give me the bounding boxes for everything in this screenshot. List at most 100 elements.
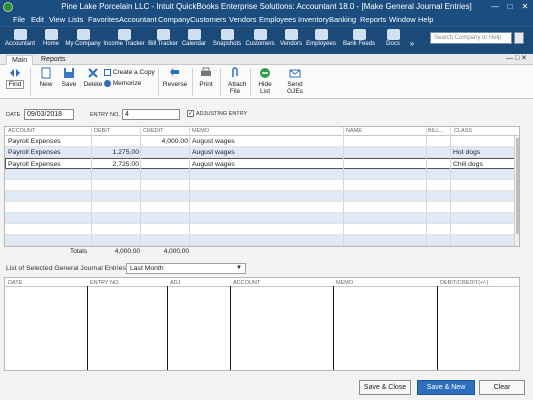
menu-view[interactable]: View [49,15,65,24]
home-icon [44,29,58,40]
docs-icon [386,29,400,40]
income-tracker-icon [117,29,131,40]
tab-main[interactable]: Main [6,55,34,65]
title-bar: Pine Lake Porcelain LLC - Intuit QuickBo… [0,0,533,14]
grid-scrollbar[interactable] [514,136,519,246]
search-input[interactable]: Search Company or Help [430,32,512,44]
menu-accountant[interactable]: Accountant [119,15,157,24]
tab-reports[interactable]: Reports [36,55,71,65]
table-row-empty[interactable] [5,235,517,246]
adjusting-entry-label: ADJUSTING ENTRY [196,111,248,117]
clear-button[interactable]: Clear [479,380,525,395]
new-icon [41,67,51,79]
chevron-down-icon: ▼ [236,265,242,271]
save-button[interactable]: Save [58,67,80,88]
menu-company[interactable]: Company [158,15,190,24]
menu-vendors[interactable]: Vendors [229,15,257,24]
memorize-button[interactable]: Memorize [104,80,156,87]
snapshots-icon [220,29,234,40]
search-icon[interactable] [514,32,524,44]
menu-reports[interactable]: Reports [360,15,386,24]
toolbar-separator [30,68,31,96]
menu-inventory[interactable]: Inventory [298,15,329,24]
list-column-divider [87,286,88,370]
iconbar-bill-tracker[interactable]: Bill Tracker [147,28,179,54]
iconbar-income-tracker[interactable]: Income Tracker [103,28,145,54]
ribbon-tabs: Main Reports — □ ✕ [0,54,533,65]
list-label: List of Selected General Journal Entries… [6,265,128,272]
iconbar-snapshots[interactable]: Snapshots [212,28,242,54]
memorize-icon [104,80,111,87]
print-button[interactable]: Print [196,67,216,88]
entries-list: DATE ENTRY NO. ADJ ACCOUNT MEMO DEBIT/CR… [4,277,520,371]
table-row[interactable]: Payroll Expenses 4,000.00 August wages [5,136,517,147]
menu-banking[interactable]: Banking [329,15,356,24]
date-field[interactable]: 09/03/2018 [24,109,74,120]
column-divider [91,127,92,246]
iconbar-customers[interactable]: Customers [245,28,275,54]
window-title: Pine Lake Porcelain LLC - Intuit QuickBo… [61,2,472,11]
menu-file[interactable]: File [13,15,25,24]
toolbar-separator [192,68,193,96]
scrollbar-thumb[interactable] [516,138,519,234]
menu-help[interactable]: Help [418,15,433,24]
save-close-button[interactable]: Save & Close [359,380,411,395]
toolbar-separator [158,68,159,96]
menu-lists[interactable]: Lists [68,15,83,24]
toolbar-separator [250,68,251,96]
toolbar: Find New Save Delete Create a Copy Memor… [0,65,533,99]
bill-tracker-icon [156,29,170,40]
col-class: CLASS [454,128,473,134]
delete-button[interactable]: Delete [82,67,104,88]
table-row-selected[interactable]: Payroll Expenses 2,725.00 August wages C… [5,158,517,169]
iconbar-calendar[interactable]: Calendar [181,28,207,54]
printer-icon [201,67,211,76]
list-column-divider [333,286,334,370]
create-copy-button[interactable]: Create a Copy [104,69,156,76]
list-header-divider [5,286,519,287]
iconbar-accountant[interactable]: Accountant [4,28,36,54]
entry-no-field[interactable]: 4 [122,109,180,120]
calendar-icon [187,29,201,40]
column-divider [140,127,141,246]
attach-file-button[interactable]: Attach File [224,67,246,95]
save-new-button[interactable]: Save & New [417,380,475,395]
menu-favorites[interactable]: Favorites [88,15,119,24]
close-window-button[interactable]: ✕ [520,2,530,12]
menu-edit[interactable]: Edit [31,15,44,24]
column-divider [189,127,190,246]
col-memo: MEMO [192,128,210,134]
col-name: NAME [346,128,362,134]
find-button[interactable]: Find [5,67,25,89]
send-gjes-button[interactable]: Send GJEs [282,67,308,95]
vendors-icon [284,29,298,40]
iconbar-home[interactable]: Home [40,28,62,54]
reverse-button[interactable]: Reverse [162,67,188,88]
grid-header: ACCOUNT DEBIT CREDIT MEMO NAME BILL... C… [5,127,519,136]
iconbar-vendors[interactable]: Vendors [278,28,304,54]
menu-customers[interactable]: Customers [190,15,226,24]
minimize-button[interactable]: — [490,2,500,12]
menu-window[interactable]: Window [389,15,416,24]
maximize-button[interactable]: □ [505,2,515,12]
iconbar-employees[interactable]: Employees [305,28,337,54]
iconbar-docs[interactable]: Docs [382,28,404,54]
table-row-empty[interactable] [5,202,517,213]
adjusting-entry-checkbox[interactable]: ✓ [187,110,194,117]
col-billable: BILL... [428,128,444,134]
table-row-empty[interactable] [5,169,517,180]
table-row-empty[interactable] [5,213,517,224]
bank-feeds-icon [352,29,366,40]
iconbar-bank-feeds[interactable]: Bank Feeds [342,28,376,54]
reverse-icon [170,68,179,76]
new-button[interactable]: New [36,67,56,88]
hide-list-button[interactable]: Hide List [254,67,276,95]
iconbar-my-company[interactable]: My Company [64,28,102,54]
period-dropdown[interactable]: Last Month ▼ [126,263,246,274]
table-row[interactable]: Payroll Expenses 1,275.00 August wages H… [5,147,517,158]
table-row-empty[interactable] [5,180,517,191]
ribbon-window-controls[interactable]: — □ ✕ [506,54,527,62]
menu-employees[interactable]: Employees [259,15,296,24]
table-row-empty[interactable] [5,224,517,235]
table-row-empty[interactable] [5,191,517,202]
